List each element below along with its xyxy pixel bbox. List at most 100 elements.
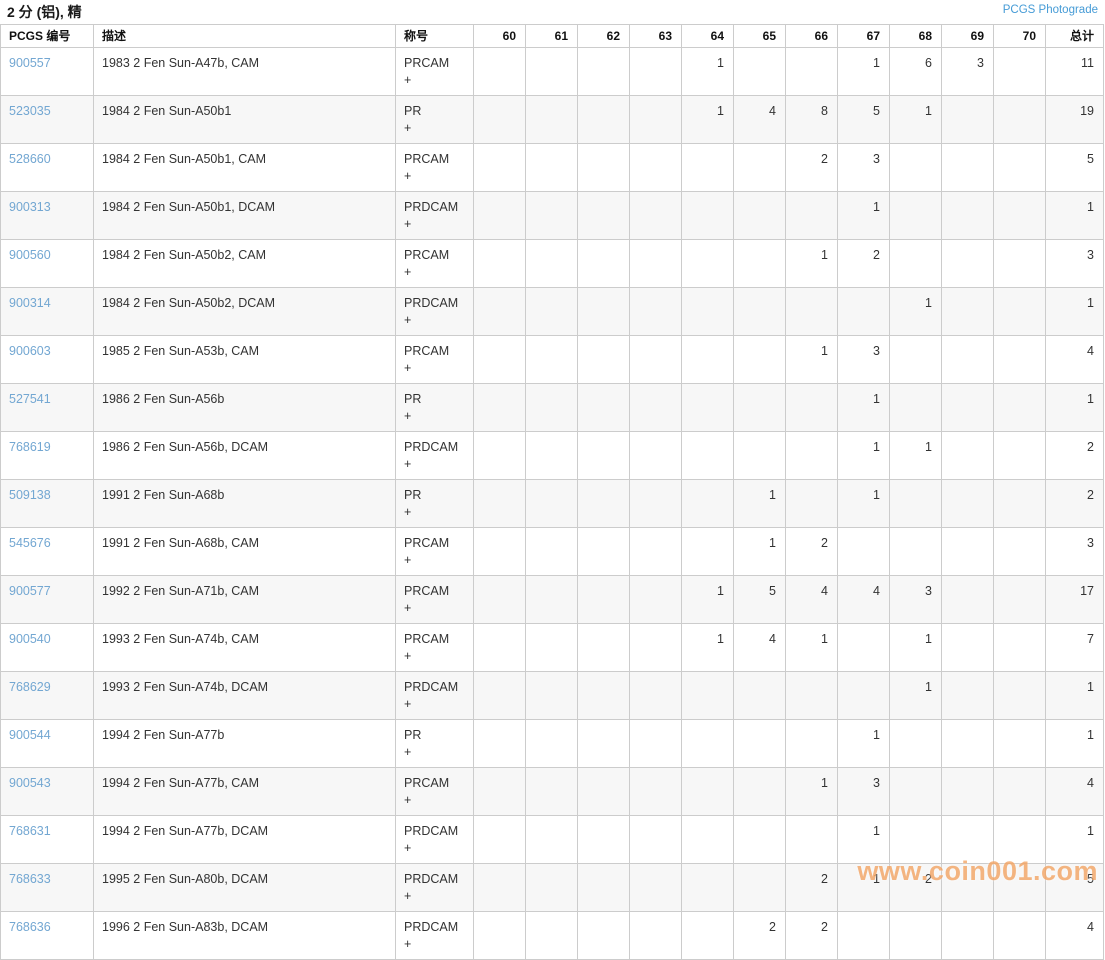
pcgs-number-link[interactable]: 900544 bbox=[9, 728, 51, 742]
designation-plus: + bbox=[404, 648, 464, 665]
header-total: 总计 bbox=[1046, 25, 1104, 48]
grade-count-cell bbox=[786, 288, 838, 336]
header-grade-70: 70 bbox=[994, 25, 1046, 48]
designation-cell: PRDCAM+ bbox=[396, 672, 474, 720]
grade-count-cell: 4 bbox=[734, 96, 786, 144]
pcgs-number-cell: 900577 bbox=[1, 576, 94, 624]
grade-count-cell bbox=[994, 672, 1046, 720]
pcgs-number-link[interactable]: 900313 bbox=[9, 200, 51, 214]
coin-description: 1986 2 Fen Sun-A56b, DCAM bbox=[94, 432, 396, 480]
grade-count-cell bbox=[578, 576, 630, 624]
grade-count-cell bbox=[526, 576, 578, 624]
pcgs-number-cell: 900544 bbox=[1, 720, 94, 768]
coin-description: 1995 2 Fen Sun-A80b, DCAM bbox=[94, 864, 396, 912]
grade-count-cell bbox=[630, 288, 682, 336]
pcgs-number-link[interactable]: 900540 bbox=[9, 632, 51, 646]
grade-count-cell bbox=[630, 240, 682, 288]
designation-cell: PR+ bbox=[396, 384, 474, 432]
grade-count-cell: 1 bbox=[838, 720, 890, 768]
grade-count-cell bbox=[734, 48, 786, 96]
pcgs-number-link[interactable]: 528660 bbox=[9, 152, 51, 166]
grade-count-cell: 2 bbox=[786, 912, 838, 960]
grade-count-cell bbox=[682, 912, 734, 960]
grade-count-cell bbox=[474, 480, 526, 528]
grade-count-cell bbox=[578, 336, 630, 384]
pcgs-number-link[interactable]: 900560 bbox=[9, 248, 51, 262]
pcgs-number-link[interactable]: 900603 bbox=[9, 344, 51, 358]
grade-count-cell bbox=[578, 480, 630, 528]
grade-count-cell bbox=[682, 432, 734, 480]
designation-plus: + bbox=[404, 840, 464, 857]
pcgs-number-cell: 527541 bbox=[1, 384, 94, 432]
pcgs-number-link[interactable]: 509138 bbox=[9, 488, 51, 502]
grade-count-cell bbox=[786, 384, 838, 432]
grade-count-cell bbox=[526, 192, 578, 240]
coin-description: 1984 2 Fen Sun-A50b2, CAM bbox=[94, 240, 396, 288]
header-grade-65: 65 bbox=[734, 25, 786, 48]
table-row: 900603 1985 2 Fen Sun-A53b, CAM PRCAM+ 1… bbox=[1, 336, 1104, 384]
pcgs-number-link[interactable]: 768631 bbox=[9, 824, 51, 838]
designation-label: PRDCAM bbox=[404, 919, 464, 936]
grade-count-cell bbox=[994, 384, 1046, 432]
pcgs-number-link[interactable]: 900577 bbox=[9, 584, 51, 598]
pcgs-number-link[interactable]: 900543 bbox=[9, 776, 51, 790]
pcgs-number-link[interactable]: 900557 bbox=[9, 56, 51, 70]
pcgs-number-cell: 768631 bbox=[1, 816, 94, 864]
pcgs-number-link[interactable]: 768629 bbox=[9, 680, 51, 694]
coin-description: 1991 2 Fen Sun-A68b bbox=[94, 480, 396, 528]
pcgs-number-link[interactable]: 768633 bbox=[9, 872, 51, 886]
grade-count-cell bbox=[474, 432, 526, 480]
designation-plus: + bbox=[404, 888, 464, 905]
grade-count-cell bbox=[630, 528, 682, 576]
coin-description: 1994 2 Fen Sun-A77b, DCAM bbox=[94, 816, 396, 864]
designation-cell: PR+ bbox=[396, 720, 474, 768]
designation-label: PRCAM bbox=[404, 775, 464, 792]
grade-count-cell bbox=[942, 768, 994, 816]
grade-count-cell: 2 bbox=[838, 240, 890, 288]
pcgs-number-link[interactable]: 768619 bbox=[9, 440, 51, 454]
designation-label: PRCAM bbox=[404, 583, 464, 600]
coin-description: 1983 2 Fen Sun-A47b, CAM bbox=[94, 48, 396, 96]
grade-count-cell bbox=[578, 192, 630, 240]
grade-count-cell bbox=[734, 432, 786, 480]
grade-count-cell bbox=[682, 192, 734, 240]
pcgs-number-link[interactable]: 523035 bbox=[9, 104, 51, 118]
designation-label: PR bbox=[404, 727, 464, 744]
pcgs-number-cell: 900540 bbox=[1, 624, 94, 672]
grade-count-cell bbox=[682, 336, 734, 384]
population-table-body: 900557 1983 2 Fen Sun-A47b, CAM PRCAM+ 1… bbox=[1, 48, 1104, 960]
grade-count-cell: 1 bbox=[682, 624, 734, 672]
total-cell: 5 bbox=[1046, 144, 1104, 192]
pcgs-number-link[interactable]: 900314 bbox=[9, 296, 51, 310]
grade-count-cell bbox=[474, 624, 526, 672]
coin-description: 1984 2 Fen Sun-A50b2, DCAM bbox=[94, 288, 396, 336]
photograde-link[interactable]: PCGS Photograde bbox=[1003, 3, 1098, 18]
grade-count-cell bbox=[942, 336, 994, 384]
table-row: 527541 1986 2 Fen Sun-A56b PR+ 1 1 bbox=[1, 384, 1104, 432]
grade-count-cell bbox=[474, 336, 526, 384]
designation-cell: PRCAM+ bbox=[396, 768, 474, 816]
grade-count-cell bbox=[994, 768, 1046, 816]
grade-count-cell bbox=[942, 720, 994, 768]
grade-count-cell bbox=[994, 912, 1046, 960]
grade-count-cell bbox=[526, 864, 578, 912]
grade-count-cell bbox=[994, 528, 1046, 576]
total-cell: 3 bbox=[1046, 240, 1104, 288]
pcgs-number-link[interactable]: 545676 bbox=[9, 536, 51, 550]
grade-count-cell bbox=[734, 720, 786, 768]
grade-count-cell bbox=[526, 480, 578, 528]
grade-count-cell bbox=[474, 672, 526, 720]
designation-cell: PRCAM+ bbox=[396, 144, 474, 192]
grade-count-cell bbox=[526, 528, 578, 576]
designation-plus: + bbox=[404, 552, 464, 569]
designation-cell: PRCAM+ bbox=[396, 624, 474, 672]
coin-description: 1994 2 Fen Sun-A77b bbox=[94, 720, 396, 768]
grade-count-cell: 3 bbox=[838, 336, 890, 384]
grade-count-cell: 1 bbox=[682, 48, 734, 96]
pcgs-number-cell: 900543 bbox=[1, 768, 94, 816]
pcgs-number-link[interactable]: 768636 bbox=[9, 920, 51, 934]
grade-count-cell bbox=[734, 240, 786, 288]
pcgs-number-link[interactable]: 527541 bbox=[9, 392, 51, 406]
grade-count-cell: 2 bbox=[786, 864, 838, 912]
grade-count-cell: 4 bbox=[786, 576, 838, 624]
